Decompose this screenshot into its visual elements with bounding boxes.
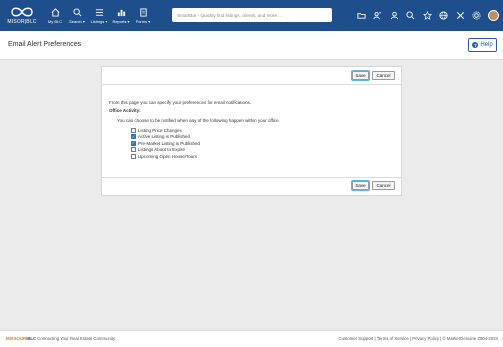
footer: MISSOURIBLC Connecting Your Real Estate … [0, 330, 503, 347]
page-title: Email Alert Preferences [8, 41, 82, 48]
option-label: Pre-Market Listing is Published [138, 140, 201, 146]
option-listing-price-changes[interactable]: Listing Price Changes [131, 127, 200, 133]
folder-icon[interactable] [353, 0, 370, 31]
nav-my-blc[interactable]: My BLC [44, 0, 66, 31]
star-icon[interactable] [419, 0, 436, 31]
top-nav: MISOR|BLC My BLC Search ▾ Listings ▾ Rep… [0, 0, 503, 31]
button-row-top: Save Cancel [351, 70, 395, 81]
cancel-button[interactable]: Cancel [372, 181, 395, 190]
tools-icon[interactable] [452, 0, 469, 31]
option-pre-market-listing-published[interactable]: ✓ Pre-Market Listing is Published [131, 140, 200, 146]
checkbox[interactable] [131, 127, 136, 133]
intro-text: From this page you can specify your pref… [109, 100, 252, 105]
listings-icon [95, 8, 103, 16]
nav-reports[interactable]: Reports ▾ [110, 0, 132, 31]
content-area: Save Cancel From this page you can speci… [0, 60, 503, 330]
nav-label: Reports ▾ [112, 18, 130, 24]
search-icon [72, 7, 81, 16]
nav-label: Search ▾ [69, 18, 85, 24]
nav-label: My BLC [47, 18, 63, 24]
option-label: Listings About to Expire [138, 147, 186, 152]
divider [102, 177, 401, 178]
reports-icon [117, 9, 125, 16]
checkbox-checked[interactable]: ✓ [131, 140, 136, 146]
page-header: Email Alert Preferences ? Help [0, 31, 503, 60]
help-label: Help [480, 42, 493, 48]
brand-logo[interactable]: MISOR|BLC [0, 0, 44, 31]
save-button[interactable]: Save [351, 180, 370, 191]
footer-brand: MISSOURIBLC Connecting Your Real Estate … [6, 336, 115, 341]
option-active-listing-published[interactable]: ✓ Active Listing is Published [131, 134, 200, 140]
checkbox[interactable] [131, 147, 136, 152]
button-row-bottom: Save Cancel [351, 180, 395, 191]
infinity-logo-icon [11, 7, 33, 17]
option-upcoming-open-house[interactable]: Upcoming Open House/Tours [131, 153, 200, 159]
home-icon [51, 7, 59, 17]
nav-right-icons [353, 0, 503, 31]
brand-part-a: MISSOURI [6, 336, 28, 341]
options-list: Listing Price Changes ✓ Active Listing i… [131, 127, 200, 160]
divider [102, 84, 401, 85]
nav-label: Forms ▾ [135, 18, 151, 24]
footer-links[interactable]: Customer Support | Terms of Service | Pr… [338, 336, 498, 341]
smartbar-input[interactable]: SmartBar - Quickly find listings, client… [172, 8, 332, 22]
option-listings-about-to-expire[interactable]: Listings About to Expire [131, 147, 200, 153]
preferences-panel: Save Cancel From this page you can speci… [101, 66, 402, 196]
question-icon: ? [472, 42, 479, 48]
footer-tagline: Connecting Your Real Estate Community [37, 336, 116, 341]
option-label: Upcoming Open House/Tours [138, 153, 198, 159]
nav-search[interactable]: Search ▾ [66, 0, 88, 31]
globe-icon[interactable] [436, 0, 453, 31]
checkbox-checked[interactable]: ✓ [131, 134, 136, 139]
nav-listings[interactable]: Listings ▾ [88, 0, 110, 31]
section-title: Office Activity: [109, 108, 141, 113]
search-icon[interactable] [403, 0, 420, 31]
forms-icon [139, 7, 147, 17]
nav-forms[interactable]: Forms ▾ [132, 0, 154, 31]
nav-label: Listings ▾ [90, 18, 108, 24]
logo-text: MISOR|BLC [7, 19, 37, 25]
cancel-button[interactable]: Cancel [372, 71, 395, 80]
option-label: Active Listing is Published [138, 134, 191, 139]
contacts-icon[interactable] [370, 0, 387, 31]
option-label: Listing Price Changes [138, 127, 182, 133]
checkbox[interactable] [131, 153, 136, 159]
settings-icon[interactable] [469, 0, 486, 31]
help-button[interactable]: ? Help [468, 38, 497, 52]
section-description: You can choose to be notified when any o… [117, 118, 280, 123]
brand-part-b: BLC [27, 336, 37, 341]
save-button[interactable]: Save [351, 70, 370, 81]
user-icon[interactable] [386, 0, 403, 31]
avatar[interactable] [488, 10, 499, 21]
